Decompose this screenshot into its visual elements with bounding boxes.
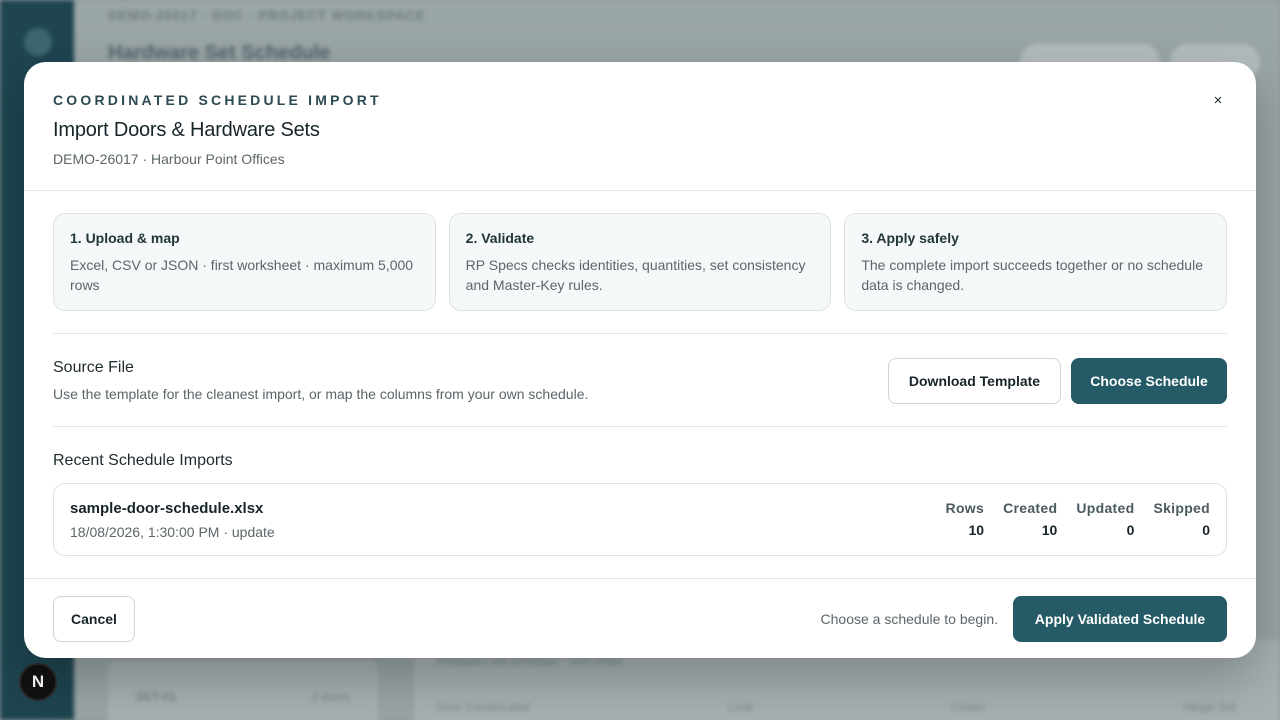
source-file-description: Use the template for the cleanest import…: [53, 386, 589, 402]
step-card: 2. Validate RP Specs checks identities, …: [448, 213, 832, 311]
stat-value: 10: [968, 522, 985, 538]
apply-validated-schedule-button[interactable]: Apply Validated Schedule: [1013, 596, 1227, 642]
close-icon[interactable]: ×: [1208, 90, 1228, 110]
dialog-eyebrow: COORDINATED SCHEDULE IMPORT: [53, 92, 382, 108]
background-set-count: 2 items: [311, 690, 350, 704]
download-template-button[interactable]: Download Template: [888, 358, 1061, 404]
choose-schedule-button[interactable]: Choose Schedule: [1071, 358, 1227, 404]
stat-label: Rows: [945, 500, 985, 516]
cancel-button[interactable]: Cancel: [53, 596, 135, 642]
background-column-header: Lock: [727, 700, 754, 714]
stat-label: Skipped: [1153, 500, 1210, 516]
stat-updated: Updated 0: [1076, 500, 1134, 538]
section-divider: [53, 333, 1227, 334]
stat-value: 0: [1202, 522, 1210, 538]
step-title: 2. Validate: [465, 230, 535, 246]
user-avatar[interactable]: N: [19, 663, 57, 701]
step-description: Excel, CSV or JSON · first worksheet · m…: [70, 257, 414, 293]
dialog-footer: Cancel Choose a schedule to begin. Apply…: [24, 578, 1256, 658]
background-set-item: SET-01: [136, 690, 177, 704]
step-title: 3. Apply safely: [861, 230, 959, 246]
import-steps: 1. Upload & map Excel, CSV or JSON · fir…: [53, 213, 1228, 311]
background-column-header: Door Count/Label: [436, 700, 531, 714]
section-divider: [53, 426, 1227, 427]
recent-imports-title: Recent Schedule Imports: [53, 452, 233, 469]
recent-import-item[interactable]: sample-door-schedule.xlsx 18/08/2026, 1:…: [53, 483, 1227, 556]
import-dialog: COORDINATED SCHEDULE IMPORT Import Doors…: [24, 62, 1256, 658]
step-description: RP Specs checks identities, quantities, …: [465, 257, 806, 293]
dialog-title: Import Doors & Hardware Sets: [53, 119, 320, 141]
stat-label: Created: [1003, 500, 1058, 516]
app-logo-icon: [24, 28, 52, 56]
import-file-name: sample-door-schedule.xlsx: [70, 500, 264, 517]
stat-skipped: Skipped 0: [1153, 500, 1210, 538]
source-file-title: Source File: [53, 359, 134, 376]
step-description: The complete import succeeds together or…: [861, 257, 1203, 293]
stat-value: 0: [1126, 522, 1135, 538]
footer-status-text: Choose a schedule to begin.: [820, 611, 998, 627]
step-card: 1. Upload & map Excel, CSV or JSON · fir…: [53, 213, 436, 311]
background-table-header: Door Count/Label Lock Closer Hinge Set: [436, 700, 1236, 714]
step-title: 1. Upload & map: [70, 230, 180, 246]
import-file-meta: 18/08/2026, 1:30:00 PM · update: [70, 524, 275, 540]
stat-created: Created 10: [1003, 500, 1057, 538]
background-column-header: Hinge Set: [1183, 700, 1236, 714]
background-column-header: Closer: [950, 700, 986, 714]
stat-value: 10: [1041, 522, 1058, 538]
step-card: 3. Apply safely The complete import succ…: [844, 213, 1228, 311]
dialog-header: COORDINATED SCHEDULE IMPORT Import Doors…: [24, 62, 1256, 191]
avatar-letter: N: [31, 672, 45, 691]
stat-rows: Rows 10: [946, 500, 985, 538]
dialog-subtitle: DEMO-26017 · Harbour Point Offices: [53, 151, 285, 167]
stat-label: Updated: [1076, 500, 1135, 516]
background-breadcrumb: DEMO-26017 · DOC · PROJECT WORKSPACE: [108, 8, 426, 23]
import-stats: Rows 10 Created 10 Updated 0 Skipped 0: [946, 500, 1210, 538]
background-set-list: SET-01 2 items: [108, 660, 378, 720]
